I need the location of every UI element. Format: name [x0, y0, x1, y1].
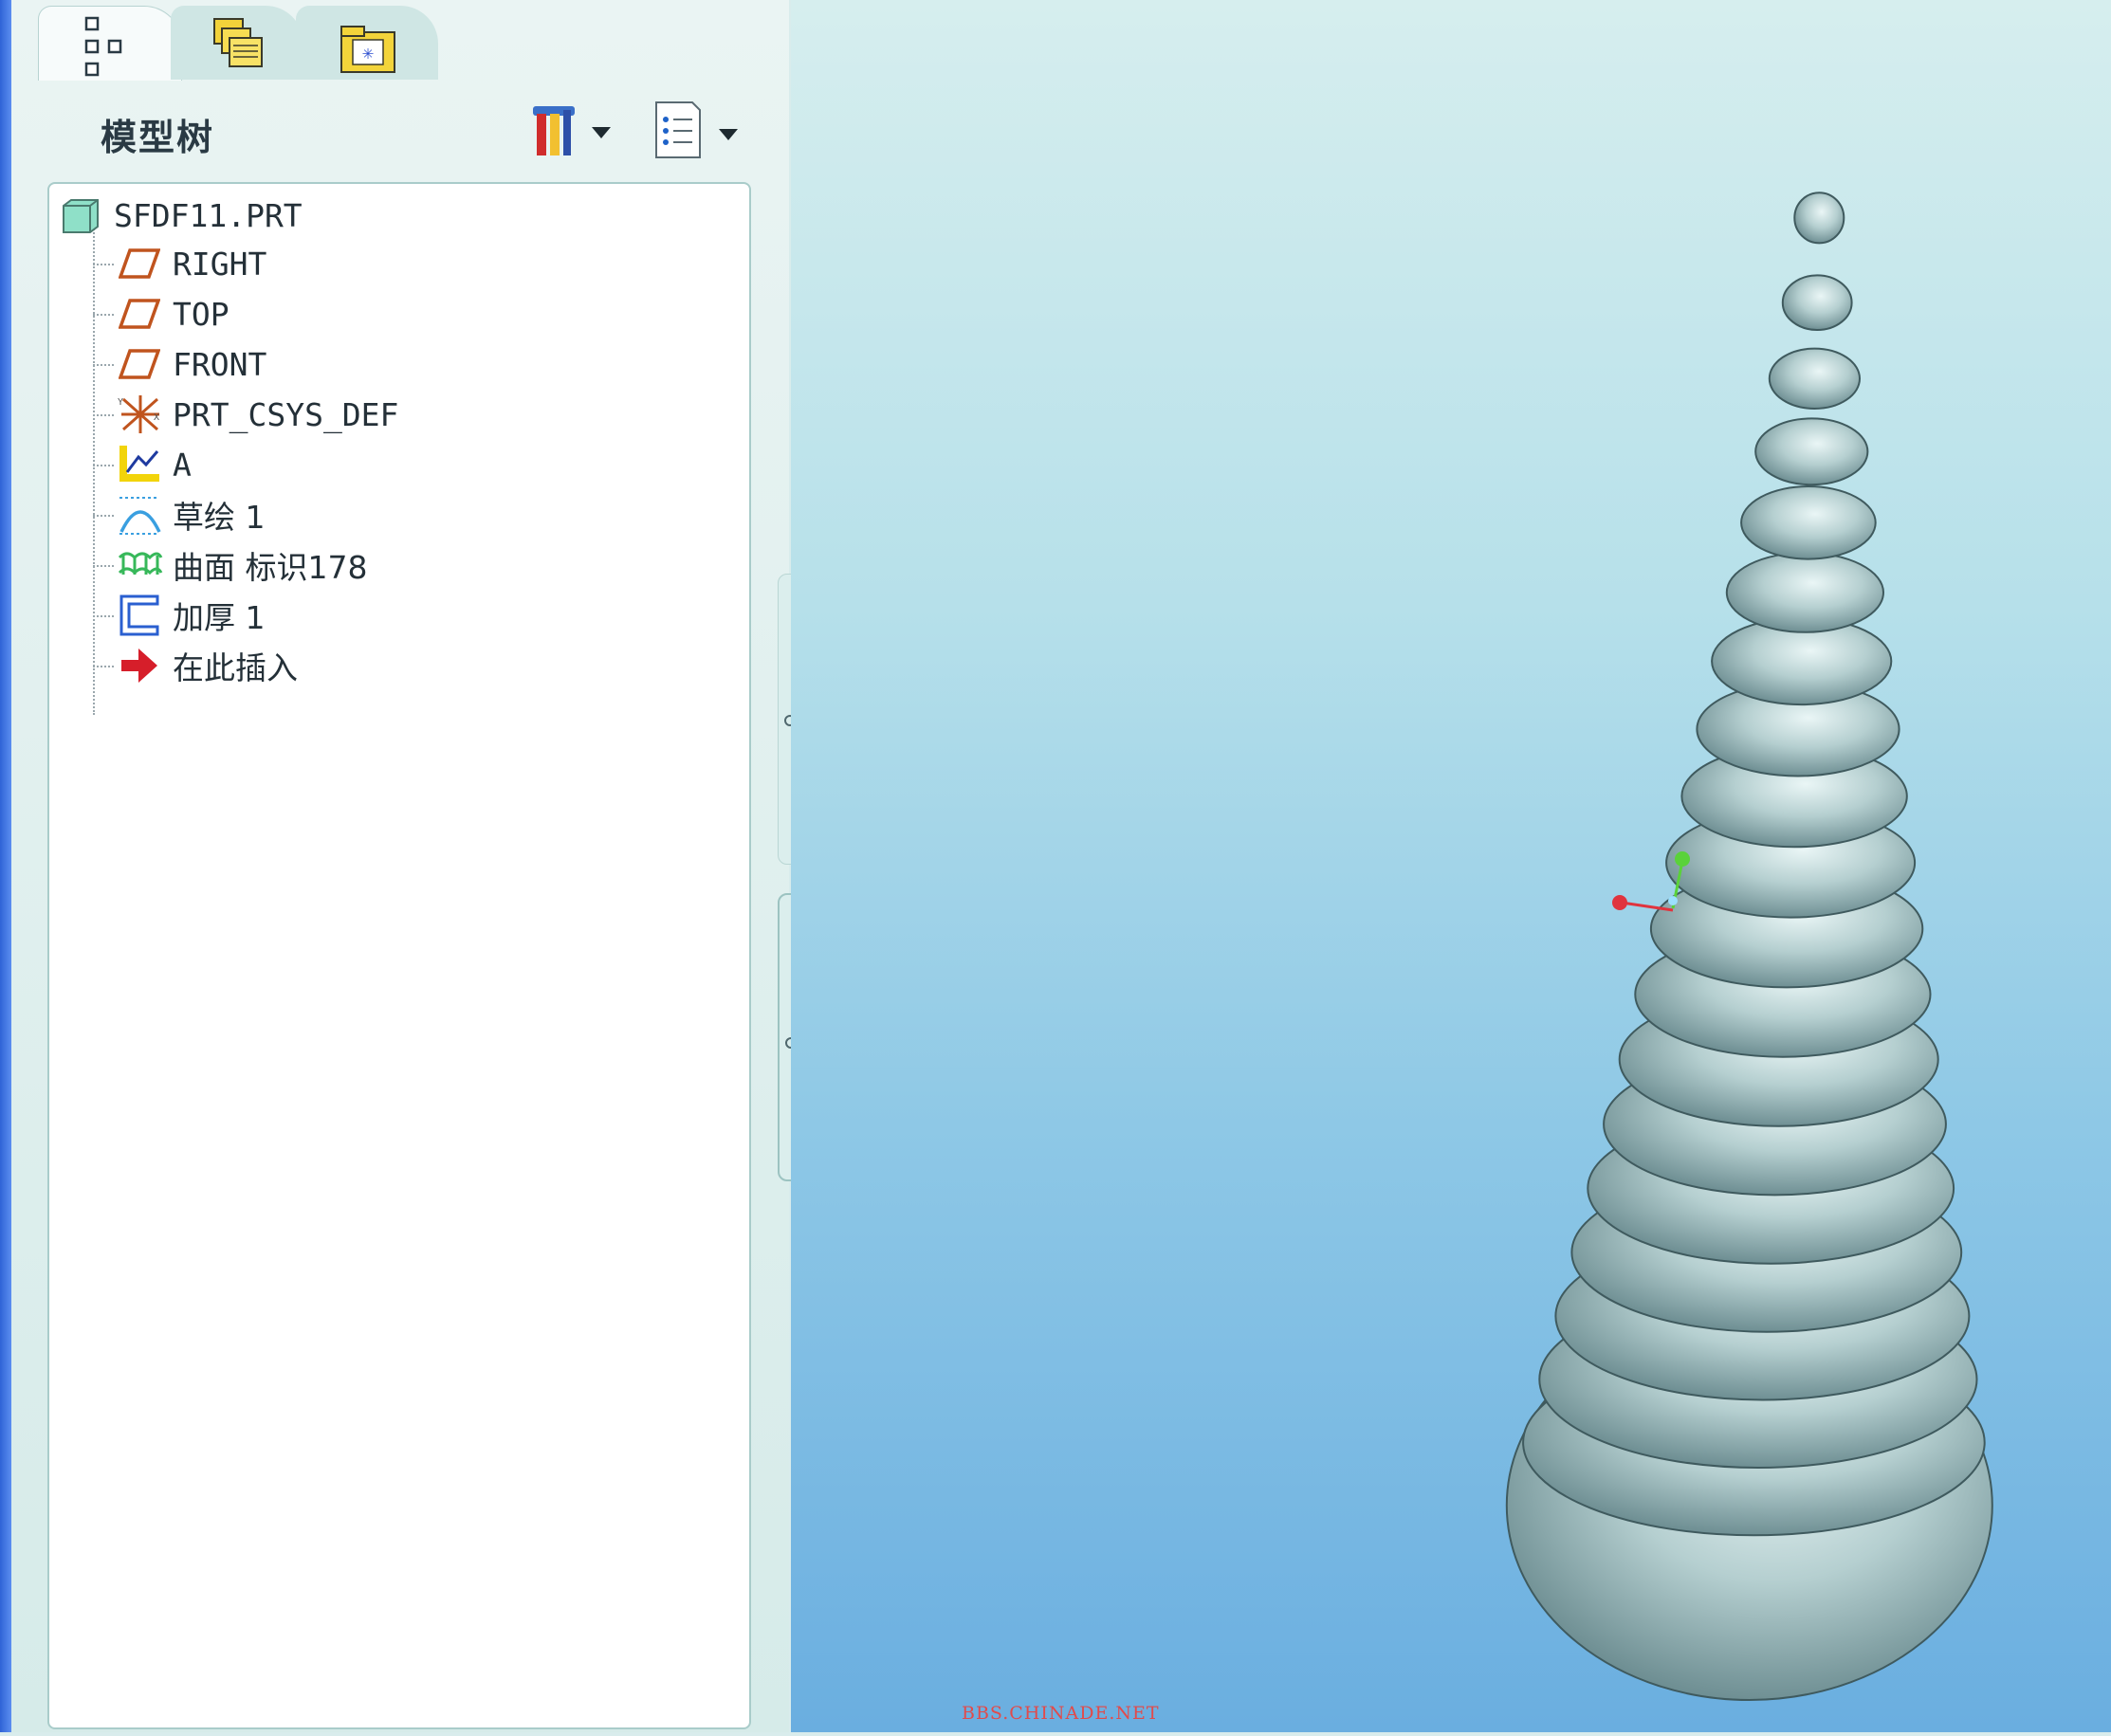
tree-structure-icon	[84, 16, 122, 77]
tree-connector	[93, 515, 114, 517]
tree-node-top[interactable]: TOP	[116, 290, 229, 338]
tree-connector	[93, 364, 114, 366]
datum-plane-icon	[116, 241, 163, 286]
shell-whorl	[1740, 485, 1877, 560]
model-tree-title: 模型树	[101, 117, 215, 158]
favorites-folder-icon: ✳	[340, 26, 395, 73]
tree-connector	[93, 666, 114, 667]
model-tree-tab[interactable]	[38, 6, 182, 81]
tree-node-label: SFDF11.PRT	[114, 196, 303, 234]
tree-node-thicken[interactable]: 加厚 1	[116, 592, 266, 639]
show-list-icon	[655, 101, 738, 158]
shell-whorl	[1768, 347, 1862, 410]
datum-plane-icon	[116, 341, 163, 387]
svg-text:X: X	[154, 412, 159, 423]
sketch-icon	[116, 492, 163, 538]
settings-tools-button[interactable]	[525, 101, 630, 163]
part-icon	[57, 192, 104, 238]
shell-whorl	[1754, 417, 1869, 486]
tree-connector	[93, 465, 114, 466]
settings-tools-icon	[533, 106, 611, 155]
svg-text:✳: ✳	[362, 41, 374, 64]
model-tree-header: 模型树	[32, 87, 772, 182]
surface-icon	[116, 542, 163, 588]
tree-node-root[interactable]: SFDF11.PRT	[57, 192, 303, 239]
tree-node-label: RIGHT	[173, 245, 267, 283]
insert-here-arrow-icon	[116, 643, 163, 688]
folders-icon	[213, 18, 263, 67]
favorites-tab[interactable]: ✳	[296, 6, 438, 80]
spiral-shell-3d-model[interactable]	[791, 0, 2111, 1732]
tree-node-right[interactable]: RIGHT	[116, 240, 266, 287]
tree-node-label: 草绘 1	[173, 499, 266, 536]
tree-node-label: 在此插入	[173, 649, 298, 686]
tree-connector	[93, 314, 114, 316]
coordinate-system-icon: YX	[116, 392, 163, 437]
tree-connector	[93, 264, 114, 265]
tree-connector	[93, 565, 114, 567]
tree-connector	[93, 414, 114, 416]
svg-text:Y: Y	[118, 397, 123, 408]
tree-node-surface[interactable]: 曲面 标识178	[116, 541, 367, 589]
tree-node-label: 加厚 1	[173, 599, 266, 636]
tree-connector	[93, 226, 95, 715]
tree-node-sketch[interactable]: 草绘 1	[116, 491, 266, 539]
navigator-panel: ✳ 模型树 SFDF11.PRT RIGHT TOP FRONT Y X PRT…	[11, 0, 802, 1732]
tree-connector	[93, 615, 114, 617]
model-tree[interactable]: SFDF11.PRT RIGHT TOP FRONT YX PRT_CSYS_D…	[47, 182, 751, 1729]
tree-node-graph-a[interactable]: A	[116, 441, 192, 488]
tree-node-csys[interactable]: YX PRT_CSYS_DEF	[116, 391, 398, 438]
tree-node-insert-here[interactable]: 在此插入	[116, 642, 298, 689]
show-list-button[interactable]	[651, 99, 755, 165]
datum-plane-icon	[116, 291, 163, 337]
tree-node-label: FRONT	[173, 345, 267, 383]
tree-node-label: A	[173, 446, 192, 484]
tree-node-label: PRT_CSYS_DEF	[173, 395, 399, 433]
tree-node-label: 曲面 标识178	[173, 549, 368, 586]
graphics-viewport[interactable]: BBS.CHINADE.NET	[791, 0, 2111, 1732]
shell-whorl	[1781, 274, 1853, 332]
thicken-icon	[116, 593, 163, 638]
shell-whorl	[1725, 552, 1885, 633]
graph-icon	[116, 442, 163, 487]
shell-whorl	[1793, 192, 1845, 245]
watermark: BBS.CHINADE.NET	[962, 1703, 1160, 1724]
window-edge	[0, 0, 11, 1732]
tree-node-label: TOP	[173, 295, 229, 333]
tree-node-front[interactable]: FRONT	[116, 340, 266, 388]
folder-browser-tab[interactable]	[171, 6, 303, 80]
